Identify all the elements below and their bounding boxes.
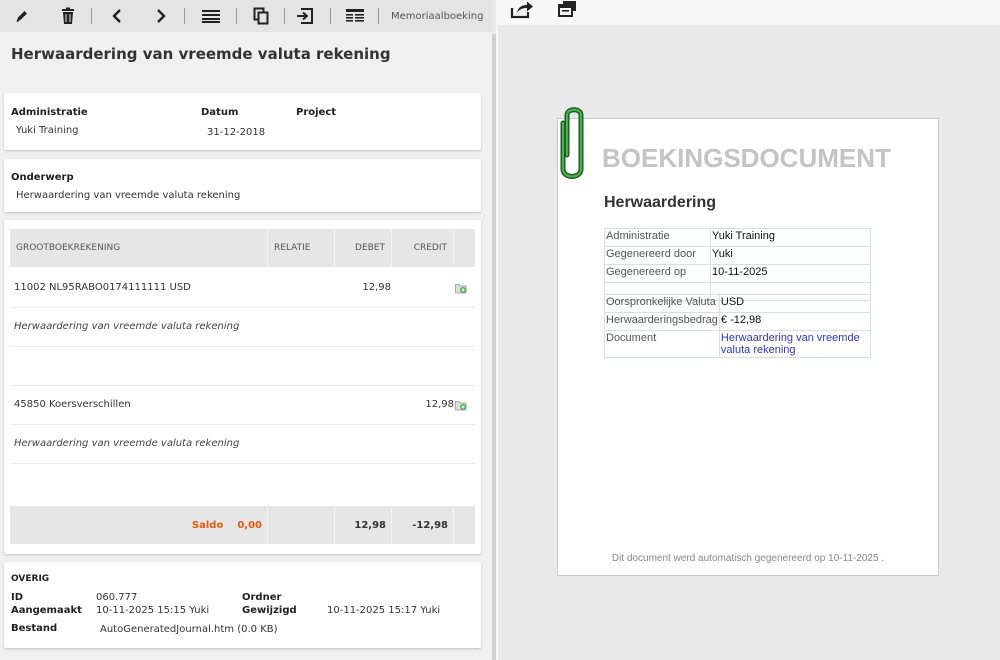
chevron-right-icon[interactable] <box>150 6 172 26</box>
detail-value: USD <box>718 294 872 313</box>
table-row[interactable]: 45850 Koersverschillen 12,98 <box>10 386 475 425</box>
id-label: ID <box>11 592 24 603</box>
document-link[interactable]: Herwaardering van vreemde valuta rekenin… <box>718 330 872 358</box>
journal-entry-pane: Memoriaalboeking Herwaardering van vreem… <box>0 0 492 660</box>
subject-card: Onderwerp Herwaardering van vreemde valu… <box>4 159 481 212</box>
bestand-value[interactable]: AutoGeneratedJournal.htm (0.0 KB) <box>100 624 278 635</box>
toolbar-label: Memoriaalboeking <box>391 11 484 22</box>
info-value: Yuki Training <box>710 228 871 247</box>
table-row-empty[interactable] <box>10 347 475 386</box>
document-info-row: Gegenereerd op 10-11-2025 <box>604 264 871 283</box>
document-detail-row: Oorspronkelijke Valuta USD <box>604 294 872 313</box>
toolbar-separator <box>378 8 379 24</box>
list-view-icon[interactable] <box>344 6 366 26</box>
saldo-cell: Saldo 0,00 <box>10 506 268 544</box>
row-credit: 12,98 <box>425 399 454 410</box>
document-detail-table: Oorspronkelijke Valuta USD Herwaarderings… <box>604 294 872 358</box>
id-value: 060.777 <box>96 592 138 603</box>
column-header-relatie[interactable]: RELATIE <box>268 229 335 267</box>
actions-total-cell <box>454 506 475 544</box>
trash-icon[interactable] <box>57 6 79 26</box>
row-debet: 12,98 <box>362 282 391 293</box>
datum-value[interactable]: 31-12-2018 <box>207 127 265 138</box>
column-header-credit[interactable]: CREDIT <box>392 229 454 267</box>
copy-icon[interactable] <box>250 6 272 26</box>
paperclip-icon <box>560 107 584 179</box>
import-icon[interactable] <box>294 6 316 26</box>
info-key: Administratie <box>604 228 711 247</box>
ordner-label: Ordner <box>242 592 282 603</box>
document-info-row: Gegenereerd door Yuki <box>604 246 871 265</box>
aangemaakt-label: Aangemaakt <box>11 605 82 616</box>
toolbar-separator <box>91 8 92 24</box>
onderwerp-label: Onderwerp <box>11 172 74 183</box>
overig-card: OVERIG ID 060.777 Ordner Aangemaakt 10-1… <box>4 562 481 648</box>
aangemaakt-value: 10-11-2025 15:15 Yuki <box>96 605 210 616</box>
journal-lines-card: GROOTBOEKREKENING RELATIE DEBET CREDIT 1… <box>4 220 481 554</box>
info-value: Yuki <box>710 246 871 265</box>
overig-heading: OVERIG <box>11 574 50 584</box>
detail-key: Oorspronkelijke Valuta <box>604 294 720 313</box>
pencil-icon[interactable] <box>11 6 33 26</box>
project-label: Project <box>296 107 337 118</box>
document-detail-row: Herwaarderingsbedrag € -12,98 <box>604 312 872 331</box>
column-header-actions <box>454 229 475 267</box>
table-row-description[interactable]: Herwaardering van vreemde valuta rekenin… <box>10 308 475 347</box>
gewijzigd-value: 10-11-2025 15:17 Yuki <box>327 605 441 616</box>
header-card: Administratie Yuki Training Datum 31-12-… <box>4 93 481 150</box>
saldo-label: Saldo <box>191 519 224 531</box>
share-icon[interactable] <box>510 0 534 22</box>
info-key: Gegenereerd op <box>604 264 711 283</box>
document-preview-pane: BOEKINGSDOCUMENT Herwaardering Administr… <box>498 0 1000 660</box>
toolbar: Memoriaalboeking <box>0 0 492 32</box>
document-subtitle: Herwaardering <box>604 194 717 211</box>
detail-value: € -12,98 <box>718 312 872 331</box>
column-header-debet[interactable]: DEBET <box>335 229 392 267</box>
table-row-empty[interactable] <box>10 464 475 503</box>
add-attachment-icon[interactable] <box>455 283 467 294</box>
onderwerp-value[interactable]: Herwaardering van vreemde valuta rekenin… <box>16 190 240 201</box>
administratie-label: Administratie <box>11 107 88 118</box>
credit-total: -12,98 <box>392 506 454 544</box>
add-attachment-icon[interactable] <box>455 400 467 411</box>
document-page: BOEKINGSDOCUMENT Herwaardering Administr… <box>557 107 939 576</box>
open-window-icon[interactable] <box>558 0 582 22</box>
datum-label: Datum <box>201 107 239 118</box>
detail-key: Herwaarderingsbedrag <box>604 312 720 331</box>
detail-key: Document <box>604 330 720 358</box>
table-row-description[interactable]: Herwaardering van vreemde valuta rekenin… <box>10 425 475 464</box>
page-title: Herwaardering van vreemde valuta rekenin… <box>11 45 391 63</box>
administratie-value[interactable]: Yuki Training <box>16 125 79 136</box>
chevron-left-icon[interactable] <box>106 6 128 26</box>
toolbar-separator <box>236 8 237 24</box>
bestand-label: Bestand <box>11 623 58 634</box>
relatie-total-cell <box>268 506 335 544</box>
table-row[interactable]: 11002 NL95RABO0174111111 USD 12,98 <box>10 269 475 308</box>
document-detail-row: Document Herwaardering van vreemde valuta… <box>604 330 872 358</box>
row-description: Herwaardering van vreemde valuta rekenin… <box>14 438 240 449</box>
menu-icon[interactable] <box>200 6 222 26</box>
document-info-table: Administratie Yuki Training Gegenereerd d… <box>604 228 871 301</box>
info-value: 10-11-2025 <box>710 264 871 283</box>
debet-total: 12,98 <box>335 506 392 544</box>
toolbar-separator <box>184 8 185 24</box>
row-description: Herwaardering van vreemde valuta rekenin… <box>14 321 240 332</box>
preview-toolbar <box>498 0 1000 25</box>
saldo-value: 0,00 <box>237 519 262 531</box>
document-footer: Dit document werd automatisch gegenereer… <box>611 553 885 564</box>
row-account: 11002 NL95RABO0174111111 USD <box>14 282 191 293</box>
gewijzigd-label: Gewijzigd <box>242 605 297 616</box>
row-account: 45850 Koersverschillen <box>14 399 131 410</box>
document-title: BOEKINGSDOCUMENT <box>602 143 891 173</box>
info-key: Gegenereerd door <box>604 246 711 265</box>
column-header-grootboekrekening[interactable]: GROOTBOEKREKENING <box>10 229 268 267</box>
document-info-row: Administratie Yuki Training <box>604 228 871 247</box>
toolbar-separator <box>330 8 331 24</box>
toolbar-separator <box>284 8 285 24</box>
